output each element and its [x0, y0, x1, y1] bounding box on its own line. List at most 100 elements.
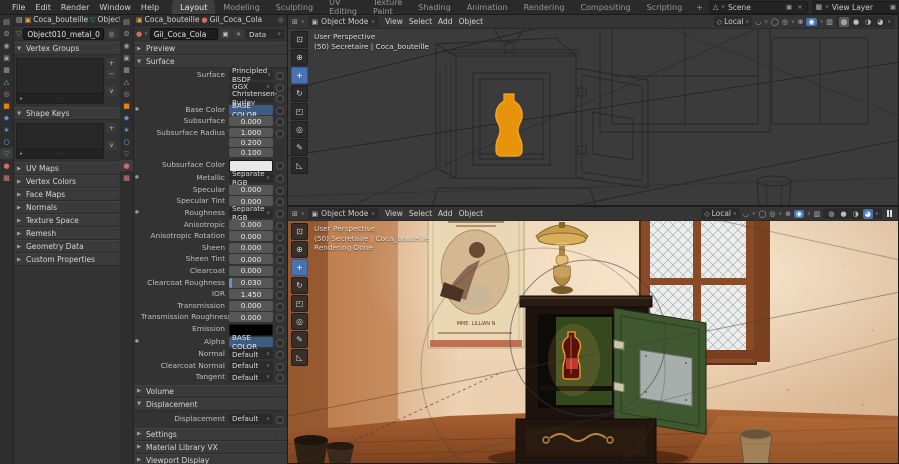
shading-solid-icon[interactable]: ● — [839, 209, 849, 219]
menu-render[interactable]: Render — [56, 3, 94, 12]
decorator-dot[interactable] — [276, 256, 284, 265]
workspace-tab-modeling[interactable]: Modeling — [215, 0, 267, 14]
decorator-dot[interactable] — [276, 221, 284, 230]
tool-tab-icon[interactable]: ⚙ — [0, 28, 13, 39]
decorator-dot[interactable] — [276, 161, 284, 170]
workspace-tab-rendering[interactable]: Rendering — [516, 0, 573, 14]
material-name-field[interactable]: Gil_Coca_Cola — [149, 28, 218, 40]
decorator-dot[interactable] — [276, 95, 284, 104]
value-field[interactable]: 0.000 — [229, 300, 273, 311]
proportional-editing-icon[interactable]: ◯ — [758, 210, 766, 218]
dropdown-field[interactable]: Default ∨ — [229, 360, 273, 371]
decorator-dot[interactable] — [276, 186, 284, 195]
dropdown-field[interactable]: Principled BSDF ∨ — [229, 66, 273, 84]
section-viewport-display[interactable]: ▶ Viewport Display ∷ — [133, 453, 287, 464]
transform-tool-button[interactable]: ◎ — [291, 121, 308, 138]
physics-tab-icon[interactable]: ○ — [0, 136, 13, 147]
pivot-point-icon[interactable]: ◎ — [782, 18, 788, 26]
shading-material-icon[interactable]: ◑ — [863, 17, 873, 27]
value-field[interactable]: 1.450 — [229, 289, 273, 300]
xray-toggle-icon[interactable]: ▥ — [814, 210, 821, 218]
add-vertex-group-button[interactable]: + — [106, 58, 117, 68]
mesh-name-field[interactable]: Object010_metal_0 — [23, 28, 104, 40]
editor-type-tab-icon[interactable]: ▤ — [120, 16, 133, 27]
add-shape-key-button[interactable]: + — [106, 123, 117, 133]
viewport-menu-select[interactable]: Select — [406, 209, 435, 218]
overlays-toggle-icon[interactable]: ◉ — [806, 17, 817, 26]
decorator-dot[interactable] — [276, 83, 284, 92]
decorator-dot[interactable] — [276, 339, 284, 348]
unlink-material-button[interactable]: × — [233, 29, 244, 39]
browse-material-icon[interactable]: ● — [136, 30, 142, 38]
decorator-dot[interactable] — [276, 415, 284, 424]
vertex-groups-list[interactable]: ▸ ⋯ — [16, 58, 104, 104]
world-tab-icon[interactable]: ◎ — [120, 88, 133, 99]
output-tab-icon[interactable]: ▣ — [120, 52, 133, 63]
decorator-dot[interactable] — [276, 106, 284, 115]
section-settings[interactable]: ▶ Settings ∷ — [133, 427, 287, 441]
annotate-tool-button[interactable]: ✎ — [291, 139, 308, 156]
decorator-dot[interactable] — [276, 129, 284, 138]
new-scene-button[interactable]: ▣ — [785, 3, 793, 11]
render-tab-icon[interactable]: ◉ — [0, 40, 13, 51]
modifiers-tab-icon[interactable]: ◆ — [120, 112, 133, 123]
material-tab-icon[interactable]: ● — [120, 160, 133, 171]
section-geometry-data[interactable]: ▶ Geometry Data ∷ — [13, 240, 120, 253]
decorator-dot[interactable] — [276, 72, 284, 80]
object-tab-icon[interactable]: ■ — [0, 100, 13, 111]
value-field[interactable]: 0.000 — [229, 312, 273, 323]
overlays-toggle-icon[interactable]: ◉ — [793, 209, 805, 218]
section-material-library-vx[interactable]: ▶ Material Library VX ∷ — [133, 440, 287, 454]
section-vertex-groups[interactable]: ▼ Vertex Groups ∷ — [13, 42, 120, 55]
section-custom-properties[interactable]: ▶ Custom Properties ∷ — [13, 253, 120, 266]
modifiers-tab-icon[interactable]: ◆ — [0, 112, 13, 123]
scene-tab-icon[interactable]: △ — [120, 76, 133, 87]
orientation-dropdown[interactable]: ◇ Local ∨ — [701, 208, 740, 219]
texture-tab-icon[interactable]: ▩ — [0, 172, 13, 183]
dropdown-field[interactable]: Separate RGB ∨ — [229, 169, 273, 187]
workspace-tab-sculpting[interactable]: Sculpting — [268, 0, 321, 14]
value-field[interactable]: 0.000 — [229, 219, 273, 230]
fake-user-button[interactable]: ◎ — [106, 29, 117, 39]
snap-magnet-icon[interactable]: ◡ — [743, 210, 749, 218]
select-box-tool-button[interactable]: ⊡ — [291, 223, 308, 240]
annotate-tool-button[interactable]: ✎ — [291, 331, 308, 348]
measure-tool-button[interactable]: ◺ — [291, 349, 308, 366]
decorator-dot[interactable] — [276, 279, 284, 288]
dropdown-field[interactable]: Separate RGB ∨ — [229, 204, 273, 222]
decorator-dot[interactable] — [276, 267, 284, 276]
rendered-3d-view[interactable]: MME. LILLIAN N — [288, 220, 899, 464]
decorator-dot[interactable] — [276, 362, 284, 371]
shading-solid-icon[interactable]: ● — [851, 17, 861, 27]
editor-type-icon[interactable]: ⊞ — [292, 210, 298, 218]
decorator-dot[interactable] — [276, 302, 284, 311]
measure-tool-button[interactable]: ◺ — [291, 157, 308, 174]
pin-icon[interactable]: ◎ — [278, 16, 284, 24]
viewport-menu-add[interactable]: Add — [435, 209, 456, 218]
decorator-dot[interactable] — [276, 175, 284, 184]
rotate-tool-button[interactable]: ↻ — [291, 85, 308, 102]
move-tool-button[interactable]: + — [291, 67, 308, 84]
workspace-tab-uv-editing[interactable]: UV Editing — [321, 0, 365, 16]
decorator-dot[interactable] — [276, 118, 284, 127]
object-tab-icon[interactable]: ■ — [120, 100, 133, 111]
orientation-dropdown[interactable]: ◇ Local ∨ — [713, 16, 753, 27]
section-face-maps[interactable]: ▶ Face Maps ∷ — [13, 188, 120, 201]
decorator-dot[interactable] — [276, 325, 284, 334]
viewport-menu-object[interactable]: Object — [456, 209, 486, 218]
cursor-tool-button[interactable]: ⊕ — [291, 241, 308, 258]
menu-help[interactable]: Help — [136, 3, 164, 12]
workspace-tab-compositing[interactable]: Compositing — [572, 0, 638, 14]
section-volume[interactable]: ▶ Volume ∷ — [133, 384, 287, 398]
object-data-tab-icon[interactable]: ▽ — [120, 148, 133, 159]
unlink-scene-button[interactable]: × — [796, 3, 803, 11]
new-view-layer-button[interactable]: ▣ — [889, 3, 897, 11]
decorator-dot[interactable] — [276, 209, 284, 218]
proportional-editing-icon[interactable]: ◯ — [771, 18, 779, 26]
editor-type-tab-icon[interactable]: ▤ — [0, 16, 13, 27]
pivot-point-icon[interactable]: ◎ — [769, 210, 775, 218]
section-shape-keys[interactable]: ▼ Shape Keys ∷ — [13, 107, 120, 120]
decorator-dot[interactable] — [276, 233, 284, 242]
remove-vertex-group-button[interactable]: − — [106, 69, 117, 79]
texture-tab-icon[interactable]: ▩ — [120, 172, 133, 183]
